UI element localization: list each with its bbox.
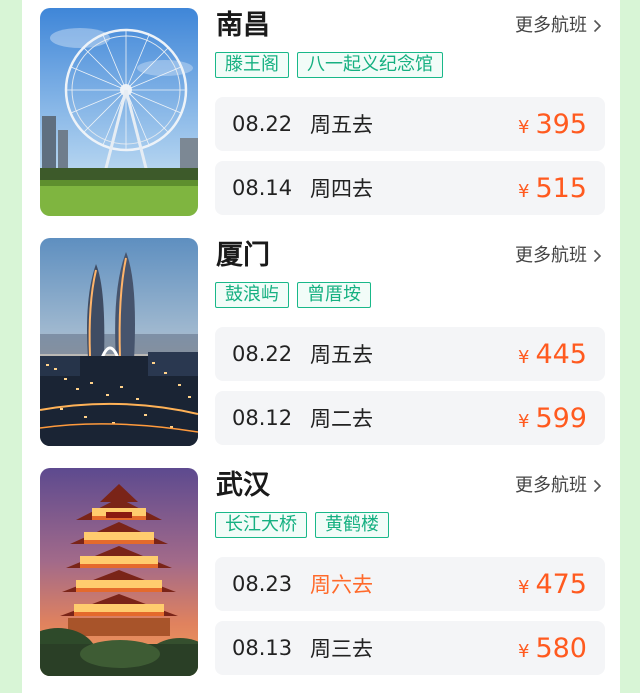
flight-price: ¥ 395 <box>518 109 587 140</box>
flight-weekday: 周二去 <box>310 407 373 431</box>
flight-row[interactable]: 08.14 周四去 ¥ 515 <box>215 161 605 215</box>
attraction-tag[interactable]: 滕王阁 <box>215 52 289 78</box>
flight-weekday: 周三去 <box>310 637 373 661</box>
attraction-tags: 长江大桥 黄鹤楼 <box>215 512 389 538</box>
more-flights-link[interactable]: 更多航班 <box>515 14 602 38</box>
flight-row[interactable]: 08.13 周三去 ¥ 580 <box>215 621 605 675</box>
flight-price: ¥ 599 <box>518 403 587 434</box>
flight-row[interactable]: 08.22 周五去 ¥ 445 <box>215 327 605 381</box>
currency-symbol: ¥ <box>518 410 530 432</box>
more-flights-link[interactable]: 更多航班 <box>515 474 602 498</box>
price-amount: 599 <box>535 402 587 434</box>
flight-date: 08.13 <box>232 636 293 660</box>
price-amount: 475 <box>535 568 587 600</box>
flight-date: 08.22 <box>232 342 293 366</box>
flight-date: 08.23 <box>232 572 293 596</box>
attraction-tag[interactable]: 长江大桥 <box>215 512 307 538</box>
chevron-right-icon <box>593 479 602 493</box>
flight-row[interactable]: 08.12 周二去 ¥ 599 <box>215 391 605 445</box>
flight-date: 08.14 <box>232 176 293 200</box>
ferris-wheel-photo[interactable] <box>40 8 198 216</box>
destination-card-nanchang: 南昌 更多航班 滕王阁 八一起义纪念馆 08.22 周五去 ¥ 395 08.1… <box>22 0 620 230</box>
city-name: 南昌 <box>216 10 270 41</box>
destination-card-xiamen: 厦门 更多航班 鼓浪屿 曾厝垵 08.22 周五去 ¥ 445 08.12 周二… <box>22 230 620 460</box>
more-flights-label: 更多航班 <box>515 475 587 496</box>
destination-card-wuhan: 武汉 更多航班 长江大桥 黄鹤楼 08.23 周六去 ¥ 475 08.13 周… <box>22 460 620 690</box>
flight-date: 08.12 <box>232 406 293 430</box>
flight-row[interactable]: 08.23 周六去 ¥ 475 <box>215 557 605 611</box>
attraction-tag[interactable]: 黄鹤楼 <box>315 512 389 538</box>
more-flights-link[interactable]: 更多航班 <box>515 244 602 268</box>
currency-symbol: ¥ <box>518 180 530 202</box>
attraction-tag[interactable]: 八一起义纪念馆 <box>297 52 443 78</box>
attraction-tag[interactable]: 鼓浪屿 <box>215 282 289 308</box>
chevron-right-icon <box>593 19 602 33</box>
currency-symbol: ¥ <box>518 116 530 138</box>
flight-price: ¥ 445 <box>518 339 587 370</box>
flight-date: 08.22 <box>232 112 293 136</box>
attraction-tag[interactable]: 曾厝垵 <box>297 282 371 308</box>
currency-symbol: ¥ <box>518 640 530 662</box>
price-amount: 515 <box>535 172 587 204</box>
flight-weekday: 周五去 <box>310 343 373 367</box>
attraction-tags: 鼓浪屿 曾厝垵 <box>215 282 371 308</box>
chevron-right-icon <box>593 249 602 263</box>
price-amount: 580 <box>535 632 587 664</box>
price-amount: 445 <box>535 338 587 370</box>
flight-price: ¥ 475 <box>518 569 587 600</box>
flight-weekday: 周五去 <box>310 113 373 137</box>
flight-price: ¥ 580 <box>518 633 587 664</box>
yellow-crane-tower-photo[interactable] <box>40 468 198 676</box>
city-name: 武汉 <box>216 470 270 501</box>
flight-row[interactable]: 08.22 周五去 ¥ 395 <box>215 97 605 151</box>
flight-weekday: 周四去 <box>310 177 373 201</box>
flight-price: ¥ 515 <box>518 173 587 204</box>
more-flights-label: 更多航班 <box>515 245 587 266</box>
more-flights-label: 更多航班 <box>515 15 587 36</box>
flight-weekday: 周六去 <box>310 573 373 597</box>
currency-symbol: ¥ <box>518 346 530 368</box>
price-amount: 395 <box>535 108 587 140</box>
twin-towers-night-photo[interactable] <box>40 238 198 446</box>
city-name: 厦门 <box>216 240 270 271</box>
attraction-tags: 滕王阁 八一起义纪念馆 <box>215 52 443 78</box>
currency-symbol: ¥ <box>518 576 530 598</box>
